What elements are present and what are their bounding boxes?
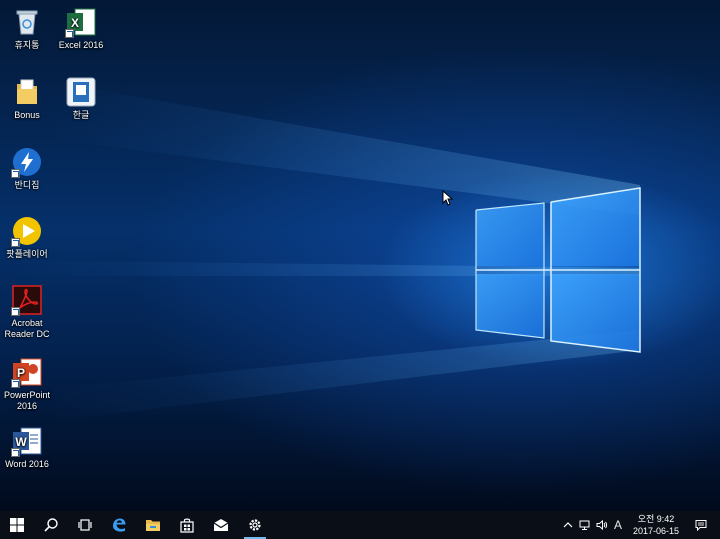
desktop-icon-bandizip[interactable]: 반디집 [0,146,57,191]
taskbar-file-explorer-button[interactable] [136,511,170,539]
clock[interactable]: 오전 9:42 2017-06-15 [626,513,686,537]
svg-text:X: X [71,16,79,30]
network-icon [579,520,590,530]
svg-text:P: P [17,366,25,380]
shortcut-arrow-icon [11,379,20,388]
start-icon [10,518,24,532]
shortcut-arrow-icon [11,448,20,457]
store-icon [180,518,194,533]
desktop-icon-excel[interactable]: X Excel 2016 [51,6,111,51]
desktop-icon-word[interactable]: W Word 2016 [0,425,57,470]
file-explorer-icon [146,520,160,531]
desktop-icon-label: Bonus [14,110,40,120]
desktop-icon-recycle-bin[interactable]: 휴지통 [0,6,57,51]
volume-tray-button[interactable] [594,511,610,539]
desktop-icon-label: 팟플레이어 [6,249,48,259]
desktop-icon-bonus-folder[interactable]: Bonus [0,76,57,121]
desktop-icon-label: PowerPoint 2016 [3,390,51,411]
taskbar-mail-button[interactable] [204,511,238,539]
desktop-icon-hangul[interactable]: 한글 [51,76,111,121]
desktop-icon-label: Word 2016 [5,459,49,469]
shortcut-arrow-icon [11,238,20,247]
desktop-icon-powerpoint[interactable]: P PowerPoint 2016 [0,356,57,412]
desktop-icon-label: 한글 [72,110,90,120]
chevron-up-icon [563,522,573,528]
speaker-icon [596,519,608,531]
desktop-icon-acrobat[interactable]: Acrobat Reader DC [0,284,57,340]
input-method-indicator[interactable]: A [611,511,625,539]
recycle-bin-icon [16,10,38,35]
clock-date: 2017-06-15 [632,526,680,536]
task-view-icon [78,519,92,531]
shortcut-arrow-icon [11,307,20,316]
show-hidden-icons-button[interactable] [560,511,576,539]
taskbar-settings-button[interactable] [238,511,272,539]
desktop-icon-label: Acrobat Reader DC [4,318,50,339]
network-tray-button[interactable] [577,511,593,539]
start-button[interactable] [0,511,34,539]
taskbar-store-button[interactable] [170,511,204,539]
edge-icon [113,518,126,532]
taskbar: A 오전 9:42 2017-06-15 [0,511,720,539]
mail-icon [213,519,229,531]
desktop-icon-label: 휴지통 [14,40,40,50]
desktop-icon-potplayer[interactable]: 팟플레이어 [0,215,57,260]
folder-icon [17,79,37,104]
desktop-icon-label: 반디집 [14,180,40,190]
search-button[interactable] [34,511,68,539]
hangul-icon [66,77,96,107]
notification-icon [695,520,707,531]
desktop-icon-label: Excel 2016 [58,40,104,50]
mouse-cursor-icon [442,190,454,206]
svg-text:W: W [15,435,27,449]
task-view-button[interactable] [68,511,102,539]
settings-icon [249,519,261,531]
shortcut-arrow-icon [65,29,74,38]
action-center-button[interactable] [690,511,712,539]
search-icon [44,518,58,532]
clock-time: 오전 9:42 [637,514,675,524]
shortcut-arrow-icon [11,169,20,178]
taskbar-edge-button[interactable] [102,511,136,539]
